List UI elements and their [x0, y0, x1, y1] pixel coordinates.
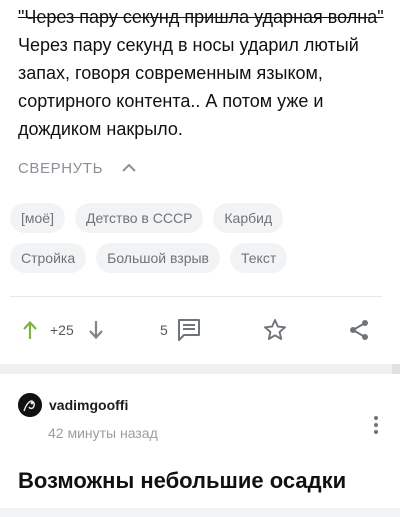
divider [10, 296, 382, 297]
post-title[interactable]: Возможны небольшие осадки [18, 466, 346, 496]
tag-detstvo-v-sssr[interactable]: Детство в СССР [74, 203, 204, 233]
tag-row: [моё] Детство в СССР Карбид [10, 203, 390, 233]
quote-line: "Через пару секунд пришла ударная волна" [18, 7, 384, 27]
save-button[interactable] [262, 317, 288, 343]
feed-separator [0, 364, 400, 374]
downvote-button[interactable] [84, 318, 108, 342]
arrow-up-icon [23, 320, 37, 339]
more-options-button[interactable] [370, 414, 382, 436]
post-time: 42 минуты назад [48, 425, 158, 441]
tag-stroyka[interactable]: Стройка [10, 243, 87, 273]
tag-bolshoy-vzryv[interactable]: Большой взрыв [96, 243, 220, 273]
upvote-button[interactable] [18, 318, 42, 342]
share-icon [350, 320, 368, 340]
post-author[interactable]: vadimgooffi [18, 393, 128, 417]
tag-row: Стройка Большой взрыв Текст [10, 243, 390, 273]
arrow-down-icon [89, 321, 103, 340]
comments-button[interactable]: 5 [160, 318, 202, 342]
collapse-button[interactable]: СВЕРНУТЬ [18, 158, 137, 178]
author-name[interactable]: vadimgooffi [49, 397, 128, 413]
post-actions: +25 5 [0, 310, 392, 350]
tag-karbid[interactable]: Карбид [213, 203, 284, 233]
post-text: "Через пару секунд пришла ударная волна"… [18, 3, 390, 143]
collapse-label: СВЕРНУТЬ [18, 159, 104, 177]
share-button[interactable] [346, 317, 372, 343]
star-icon [264, 319, 286, 340]
tag-list: [моё] Детство в СССР Карбид Стройка Боль… [10, 203, 390, 283]
avatar-image [18, 393, 42, 417]
next-post-preview-strip [0, 508, 400, 517]
tag-tekst[interactable]: Текст [229, 243, 288, 273]
comments-count: 5 [160, 322, 168, 338]
post-body: Через пару секунд в носы ударил лютый за… [18, 35, 359, 139]
chevron-up-icon [122, 163, 136, 172]
comment-icon [177, 319, 200, 341]
avatar[interactable] [18, 393, 42, 417]
rating-count: +25 [50, 322, 74, 338]
tag-moe[interactable]: [моё] [10, 203, 65, 233]
more-vertical-icon [374, 416, 378, 434]
